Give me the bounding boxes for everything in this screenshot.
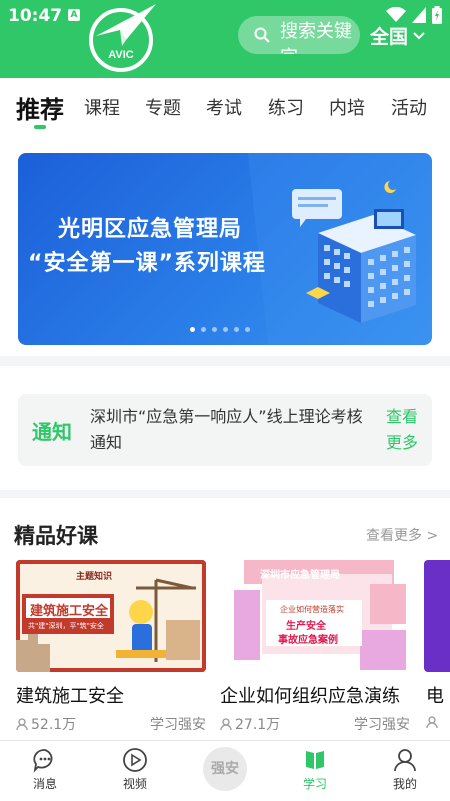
user-icon — [394, 749, 416, 772]
nav-study[interactable]: 学习 — [285, 747, 345, 792]
notification-a-icon: A — [68, 9, 80, 21]
course-source: 学习强安 — [354, 717, 410, 733]
see-more-link[interactable]: 查看更多 > — [366, 525, 438, 545]
active-tab-indicator — [34, 125, 46, 129]
app-header: 10:47 A AVIC 搜索关键字 全国 — [0, 0, 450, 78]
tab-exams[interactable]: 考试 — [206, 94, 242, 120]
thumb-sub3: 事故应急案例 — [278, 635, 338, 646]
tab-recommend[interactable]: 推荐 — [16, 90, 64, 125]
nav-label: 学习 — [302, 777, 327, 791]
signal-icon — [412, 7, 426, 23]
carousel-dot[interactable] — [245, 327, 250, 332]
chat-icon — [33, 749, 53, 773]
course-thumbnail — [424, 560, 450, 672]
search-box[interactable]: 搜索关键字 — [238, 16, 360, 54]
course-source: 学习强安 — [150, 717, 206, 733]
banner-title-line1: 光明区应急管理局 — [58, 217, 243, 242]
tab-courses[interactable]: 课程 — [84, 94, 120, 120]
banner-section: 光明区应急管理局 “安全第一课”系列课程 — [0, 138, 450, 356]
chevron-down-icon — [413, 31, 425, 39]
logo-text: AVIC — [108, 49, 134, 61]
battery-icon — [432, 6, 442, 24]
notice-label: 通知 — [32, 420, 72, 444]
nav-messages[interactable]: 消息 — [15, 747, 75, 792]
avic-logo: AVIC — [89, 4, 156, 72]
notice-text[interactable]: 深圳市“应急第一响应人”线上理论考核通知 — [90, 404, 366, 456]
carousel-dots — [190, 327, 250, 332]
region-label: 全国 — [370, 26, 409, 48]
course-title: 建筑施工安全 — [16, 686, 124, 707]
center-action-button[interactable]: 强安 — [203, 747, 247, 791]
notice-more-link[interactable]: 查看更多 — [386, 404, 422, 456]
course-title: 电 — [426, 686, 444, 707]
views-count: 27.1万 — [235, 717, 281, 733]
banner-title-line2: “安全第一课”系列课程 — [28, 251, 266, 276]
section-title: 精品好课 — [14, 524, 98, 548]
tab-internal-training[interactable]: 内培 — [329, 94, 365, 120]
thumb-sub2: 生产安全 — [286, 621, 326, 632]
wifi-icon — [386, 7, 406, 22]
category-tabs: 推荐 课程 专题 考试 练习 内培 活动 — [0, 78, 450, 138]
nav-profile[interactable]: 我的 — [375, 747, 435, 792]
carousel-dot[interactable] — [201, 327, 206, 332]
carousel-dot[interactable] — [223, 327, 228, 332]
featured-courses-section: 精品好课 查看更多 > 主题知识 建筑施工安全 共"建"深圳，平"筑"安全 建筑… — [0, 498, 450, 740]
user-icon — [426, 716, 438, 728]
bottom-navigation: 消息 视频 强安 学习 我的 — [0, 740, 450, 801]
thumb-subtitle: 共"建"深圳，平"筑"安全 — [28, 622, 104, 630]
course-card[interactable]: 电 — [424, 560, 450, 740]
tab-activities[interactable]: 活动 — [391, 94, 427, 120]
user-icon — [16, 718, 28, 730]
nav-label: 视频 — [122, 777, 147, 791]
notice-card[interactable]: 通知 深圳市“应急第一响应人”线上理论考核通知 查看更多 — [18, 394, 432, 466]
thumb-sub1: 企业如何营造落实 — [280, 605, 344, 614]
views-count: 52.1万 — [31, 717, 77, 733]
book-icon — [306, 751, 324, 769]
course-title: 企业如何组织应急演练 — [220, 686, 400, 707]
tab-topics[interactable]: 专题 — [145, 94, 181, 120]
course-thumbnail: 主题知识 建筑施工安全 共"建"深圳，平"筑"安全 — [16, 560, 206, 672]
thumb-heading: 深圳市应急管理局 — [260, 570, 340, 581]
course-thumbnail: 深圳市应急管理局 企业如何营造落实 生产安全 事故应急案例 — [220, 560, 410, 672]
notice-section: 通知 深圳市“应急第一响应人”线上理论考核通知 查看更多 — [0, 366, 450, 490]
tab-practice[interactable]: 练习 — [268, 94, 304, 120]
status-time: 10:47 — [8, 6, 63, 26]
nav-video[interactable]: 视频 — [105, 747, 165, 792]
thumb-tag: 主题知识 — [76, 572, 113, 582]
nav-label: 消息 — [32, 777, 57, 791]
course-views: 52.1万 — [16, 714, 76, 734]
banner-carousel[interactable]: 光明区应急管理局 “安全第一课”系列课程 — [18, 153, 432, 345]
user-icon — [220, 718, 232, 730]
carousel-dot[interactable] — [190, 327, 195, 332]
carousel-dot[interactable] — [212, 327, 217, 332]
play-icon — [123, 748, 147, 772]
region-selector[interactable]: 全国 — [370, 22, 426, 49]
search-placeholder: 搜索关键字 — [280, 21, 352, 54]
course-card[interactable]: 主题知识 建筑施工安全 共"建"深圳，平"筑"安全 建筑施工安全 52.1万 学… — [16, 560, 206, 733]
nav-label: 我的 — [392, 777, 417, 791]
carousel-dot[interactable] — [234, 327, 239, 332]
search-icon — [254, 27, 270, 43]
course-card[interactable]: 深圳市应急管理局 企业如何营造落实 生产安全 事故应急案例 企业如何组织应急演练… — [220, 560, 410, 733]
thumb-heading: 建筑施工安全 — [30, 604, 109, 619]
course-views: 27.1万 — [220, 714, 280, 734]
